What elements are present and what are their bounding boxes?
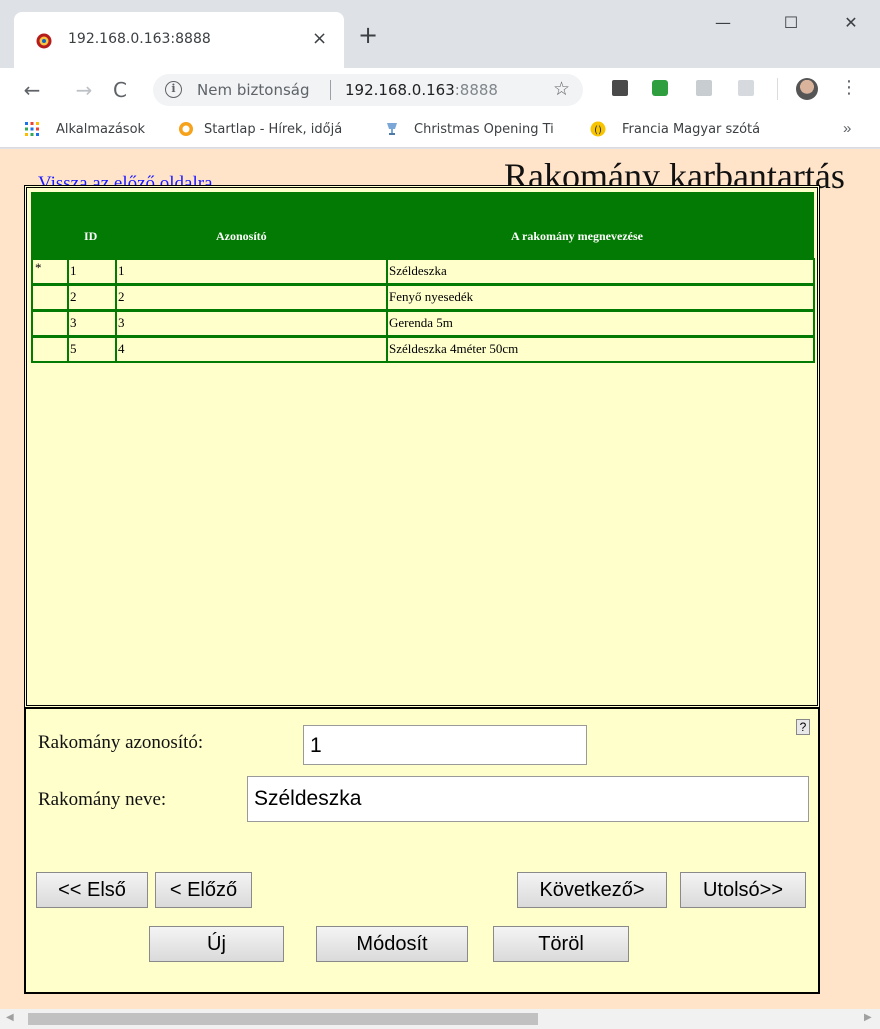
data-grid-panel: ID Azonosító A rakomány megnevezése * 1 … [24,185,820,708]
row-selector[interactable] [31,284,69,311]
cell-name[interactable]: Gerenda 5m [386,310,815,337]
cell-id[interactable]: 3 [67,310,117,337]
cell-code[interactable]: 2 [115,284,388,311]
minimize-icon[interactable]: — [700,8,746,38]
code-field[interactable]: 1 [303,725,587,765]
scrollbar-thumb[interactable] [28,1013,538,1025]
table-row[interactable]: * 1 1 Széldeszka [31,258,815,285]
edit-form: ? Rakomány azonosító: 1 Rakomány neve: S… [24,708,820,994]
reload-icon[interactable]: C [106,76,134,104]
url-port: :8888 [454,81,498,99]
code-label: Rakomány azonosító: [38,732,204,753]
more-bookmarks-icon[interactable]: » [843,120,851,137]
bookmark-star-icon[interactable]: ☆ [553,78,570,101]
cell-code[interactable]: 1 [115,258,388,285]
bookmark-startlap[interactable]: Startlap - Hírek, időjá [204,122,362,137]
security-label: Nem biztonság [197,81,310,99]
toolbar-divider [777,78,778,100]
page-content: Vissza az előző oldalra Rakomány karbant… [0,149,880,1009]
tab-title: 192.168.0.163:8888 [68,31,211,47]
table-row[interactable]: 5 4 Széldeszka 4méter 50cm [31,336,815,363]
bookmarks-bar: Alkalmazások Startlap - Hírek, időjá Chr… [0,112,880,148]
next-record-button[interactable]: Következő> [517,872,667,908]
new-record-button[interactable]: Új [149,926,284,962]
bookmark-christmas[interactable]: Christmas Opening Ti [414,122,574,137]
startlap-icon [179,122,193,136]
help-button[interactable]: ? [796,719,810,735]
column-header-name: A rakomány megnevezése [511,229,643,243]
tab-strip: 192.168.0.163:8888 × + — ☐ ✕ [0,0,880,68]
close-window-icon[interactable]: ✕ [828,8,874,38]
bookmark-dictionary[interactable]: Francia Magyar szótá [622,122,782,137]
current-row-marker: * [35,260,42,275]
divider [330,80,331,100]
jetbrains-extension-icon[interactable] [612,80,628,96]
new-tab-icon[interactable]: + [358,23,378,47]
cell-code[interactable]: 3 [115,310,388,337]
power-extension-icon[interactable] [652,80,668,96]
back-icon[interactable]: ← [18,76,46,104]
extension-icon-2[interactable] [738,80,754,96]
table-row[interactable]: 2 2 Fenyő nyesedék [31,284,815,311]
cell-id[interactable]: 1 [67,258,117,285]
apps-grid-icon [25,122,39,136]
url-host: 192.168.0.163 [345,81,455,99]
forward-icon[interactable]: → [70,76,98,104]
column-header-code: Azonosító [216,229,267,243]
row-selector[interactable] [31,336,69,363]
menu-icon[interactable]: ⋮ [840,76,858,100]
maximize-icon[interactable]: ☐ [768,8,814,38]
url-text[interactable]: 192.168.0.163:8888 [345,81,498,99]
avatar[interactable] [796,78,818,100]
first-record-button[interactable]: << Első [36,872,148,908]
site-favicon-icon [36,33,52,49]
column-header-id: ID [84,229,98,243]
dictionary-icon: () [590,121,606,137]
horizontal-scrollbar[interactable]: ◀ ▶ [0,1009,880,1029]
name-field[interactable]: Széldeszka [247,776,809,822]
cell-code[interactable]: 4 [115,336,388,363]
scroll-left-icon[interactable]: ◀ [6,1012,14,1023]
svg-text:(): () [594,125,602,136]
address-bar[interactable]: i Nem biztonság 192.168.0.163:8888 ☆ [153,74,583,106]
modify-record-button[interactable]: Módosít [316,926,468,962]
table-row[interactable]: 3 3 Gerenda 5m [31,310,815,337]
info-icon[interactable]: i [165,81,182,98]
cell-id[interactable]: 5 [67,336,117,363]
bookmark-apps[interactable]: Alkalmazások [56,122,166,137]
name-label: Rakomány neve: [38,789,167,810]
cell-name[interactable]: Fenyő nyesedék [386,284,815,311]
row-selector[interactable]: * [31,258,69,285]
trophy-icon [387,123,397,135]
last-record-button[interactable]: Utolsó>> [680,872,806,908]
scroll-right-icon[interactable]: ▶ [864,1012,872,1023]
cell-name[interactable]: Széldeszka 4méter 50cm [386,336,815,363]
extension-icon[interactable] [696,80,712,96]
delete-record-button[interactable]: Töröl [493,926,629,962]
cell-id[interactable]: 2 [67,284,117,311]
cell-name[interactable]: Széldeszka [386,258,815,285]
grid-header: ID Azonosító A rakomány megnevezése [31,192,814,258]
tab-close-icon[interactable]: × [312,29,327,49]
browser-tab[interactable]: 192.168.0.163:8888 × [14,12,344,68]
row-selector[interactable] [31,310,69,337]
previous-record-button[interactable]: < Előző [155,872,252,908]
